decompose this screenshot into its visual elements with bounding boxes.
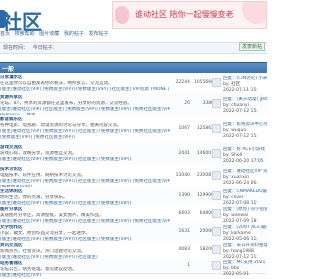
- last-post-thumbnail-icon[interactable]: [212, 78, 221, 87]
- breadcrumb: 现在时间： 今日帖子：: [0, 42, 267, 54]
- post-count: 129900: [196, 193, 214, 198]
- topic-count: 1067: [178, 126, 190, 131]
- forum-info: 站务管理区 论坛公告，站务处理，意见建议反馈。 [版主]谁动社区(VIP): [0, 261, 170, 279]
- post-count: 64800: [199, 211, 214, 216]
- last-post[interactable]: 回复：谁动社区VIP 资源一览by: xuanxin2022-06-24 06:: [223, 169, 267, 187]
- last-post-thumbnail-icon[interactable]: [212, 149, 221, 158]
- last-post-thumbnail-icon[interactable]: [212, 209, 221, 218]
- post-count: 230087: [196, 173, 214, 178]
- last-post[interactable]: 回复：[关于动漫] 游戏动漫站by: chuanyi2022-07-12 15:: [223, 97, 267, 115]
- forum-row[interactable]: 生活休闲区 你的生活，你的点滴，分享快乐。 [版主]谁动社区(VIP) [免费版主(…: [0, 187, 267, 206]
- nav-item-home[interactable]: 首页: [0, 31, 10, 37]
- post-count: 18200: [199, 247, 214, 252]
- forum-row[interactable]: 日常灌水区 在这里你可以自由发表你的看法，畅所欲言，交流互动。 [版主]谁动社区(V…: [0, 73, 267, 94]
- forum-moderators[interactable]: [版主]谁动社区(VIP) [免费版主(VIP)] [社区版主] [免费版主(V…: [0, 157, 170, 163]
- last-post-thumbnail-icon[interactable]: [212, 171, 221, 180]
- forum-row[interactable]: 影音娱乐区 各种电影、电视剧、动漫资源的讨论与分享，相关内容交流。 [版主]谁动社区…: [0, 115, 267, 144]
- last-post-thumbnail-icon[interactable]: [212, 99, 221, 108]
- banner-text: 谁动社区 陪你一起慢慢变老: [135, 10, 234, 19]
- topic-count: 1: [187, 263, 190, 268]
- forum-info: 游戏交流区 游戏心得，攻略分享，资源相互交流。 [版主]谁动社区(VIP) [免费版…: [0, 145, 170, 163]
- banner-decoration-icon: [115, 6, 129, 24]
- topic-count: 2441: [178, 151, 190, 156]
- forum-row[interactable]: 图片分享区 美丽图片分享区，高清壁纸，美女图片，精美作品。 [版主]谁动社区(VIP…: [0, 205, 267, 224]
- topic-count: 13040: [175, 173, 190, 178]
- top-nav: 首页 搜索帮助 图片收藏 我的帖子 发布帖子: [0, 30, 267, 39]
- nav-item-new-post[interactable]: 发布帖子: [88, 31, 108, 37]
- forum-row[interactable]: 站务管理区论坛公告，站务处理，意见建议反馈。[版主]谁动社区(VIP) 13 回复：…: [0, 259, 267, 278]
- topic-count: 1390: [178, 193, 190, 198]
- nav-item-search[interactable]: 搜索帮助: [15, 31, 35, 37]
- last-post[interactable]: 回复：[CIN讨论] 小米社区最新by: 社区2022-07-11 15:: [223, 76, 267, 94]
- current-time-label: 现在时间：: [3, 45, 29, 51]
- last-post[interactable]: 回复：好 ACE小游戏 by: Sholl 2022-06-20 17:05: [223, 147, 267, 165]
- new-post-button[interactable]: 发表新帖: [239, 42, 265, 51]
- topic-count: 4083: [178, 247, 190, 252]
- last-post-thumbnail-icon[interactable]: [212, 227, 221, 236]
- post-count: 3: [192, 263, 214, 268]
- forum-row[interactable]: 文学创作区 小说，散文，原创作品交流分享，一起进步。 [版主]谁动社区(VIP) […: [0, 223, 267, 242]
- topic-count: 6603: [178, 211, 190, 216]
- nav-item-my-posts[interactable]: 我的帖子: [64, 31, 84, 37]
- last-post[interactable]: 回复：影视资讯中心完整版大全by: wuquo2022-07-12 15:: [223, 122, 267, 140]
- post-count: 3380: [202, 101, 214, 106]
- post-count: 125863: [196, 126, 214, 131]
- last-post-time: 2022-07-12 15:: [223, 134, 258, 139]
- section-title: 一般: [2, 66, 15, 73]
- forum-row[interactable]: 技术讨论区 电脑技术、软件应用、网络技术讨论交流。 [版主]谁动社区(VIP) [免…: [0, 165, 267, 190]
- last-post-thumbnail-icon[interactable]: [212, 261, 221, 270]
- last-post-thumbnail-icon[interactable]: [212, 245, 221, 254]
- last-post-thumbnail-icon[interactable]: [212, 191, 221, 200]
- forum-moderators[interactable]: [免费版主(VIP)] [免费社区版主(VIP)]: [0, 135, 170, 141]
- nav-item-gallery[interactable]: 图片收藏: [39, 31, 59, 37]
- section-header[interactable]: 一般: [0, 62, 267, 73]
- header-banner[interactable]: 谁动社区 陪你一起慢慢变老: [112, 1, 267, 29]
- today-posts-label: 今日帖子：: [32, 45, 58, 51]
- topic-count: 22244: [175, 80, 190, 85]
- post-count: 146001: [196, 151, 214, 156]
- forum-info: 日常灌水区 在这里你可以自由发表你的看法，畅所欲言，交流互动。 [版主]谁动社区(V…: [0, 75, 170, 93]
- banner-decoration-icon: [242, 2, 266, 24]
- forum-row[interactable]: 游戏交流区 游戏心得，攻略分享，资源相互交流。 [版主]谁动社区(VIP) [免费版…: [0, 143, 267, 166]
- last-post-time: 2022-05-01: [223, 272, 250, 277]
- blank-row: [0, 55, 267, 61]
- forum-row[interactable]: 资讯交流区 新闻热点，社会资讯，热门话题讨论交流。 [版主]谁动社区(VIP) [免…: [0, 241, 267, 260]
- post-count: 1055666: [193, 80, 214, 85]
- post-count: 20000: [199, 229, 214, 234]
- topic-count: 20: [184, 101, 190, 106]
- forum-moderators[interactable]: [版主]谁动社区(VIP): [0, 273, 170, 279]
- forum-row[interactable]: 资源共享区 论坛、BT，共享的资源都在这里发布，分享好的资源，交流经验。 [版主]谁…: [0, 93, 267, 118]
- last-post-thumbnail-icon[interactable]: [212, 124, 221, 133]
- forum-info: 影音娱乐区 各种电影、电视剧、动漫资源的讨论与分享，相关内容交流。 [版主]谁动社区…: [0, 117, 170, 141]
- topic-count: 1631: [178, 229, 190, 234]
- last-post[interactable]: 回复：MC支持 2021 最新by: bbs2022-05-01: [223, 260, 267, 278]
